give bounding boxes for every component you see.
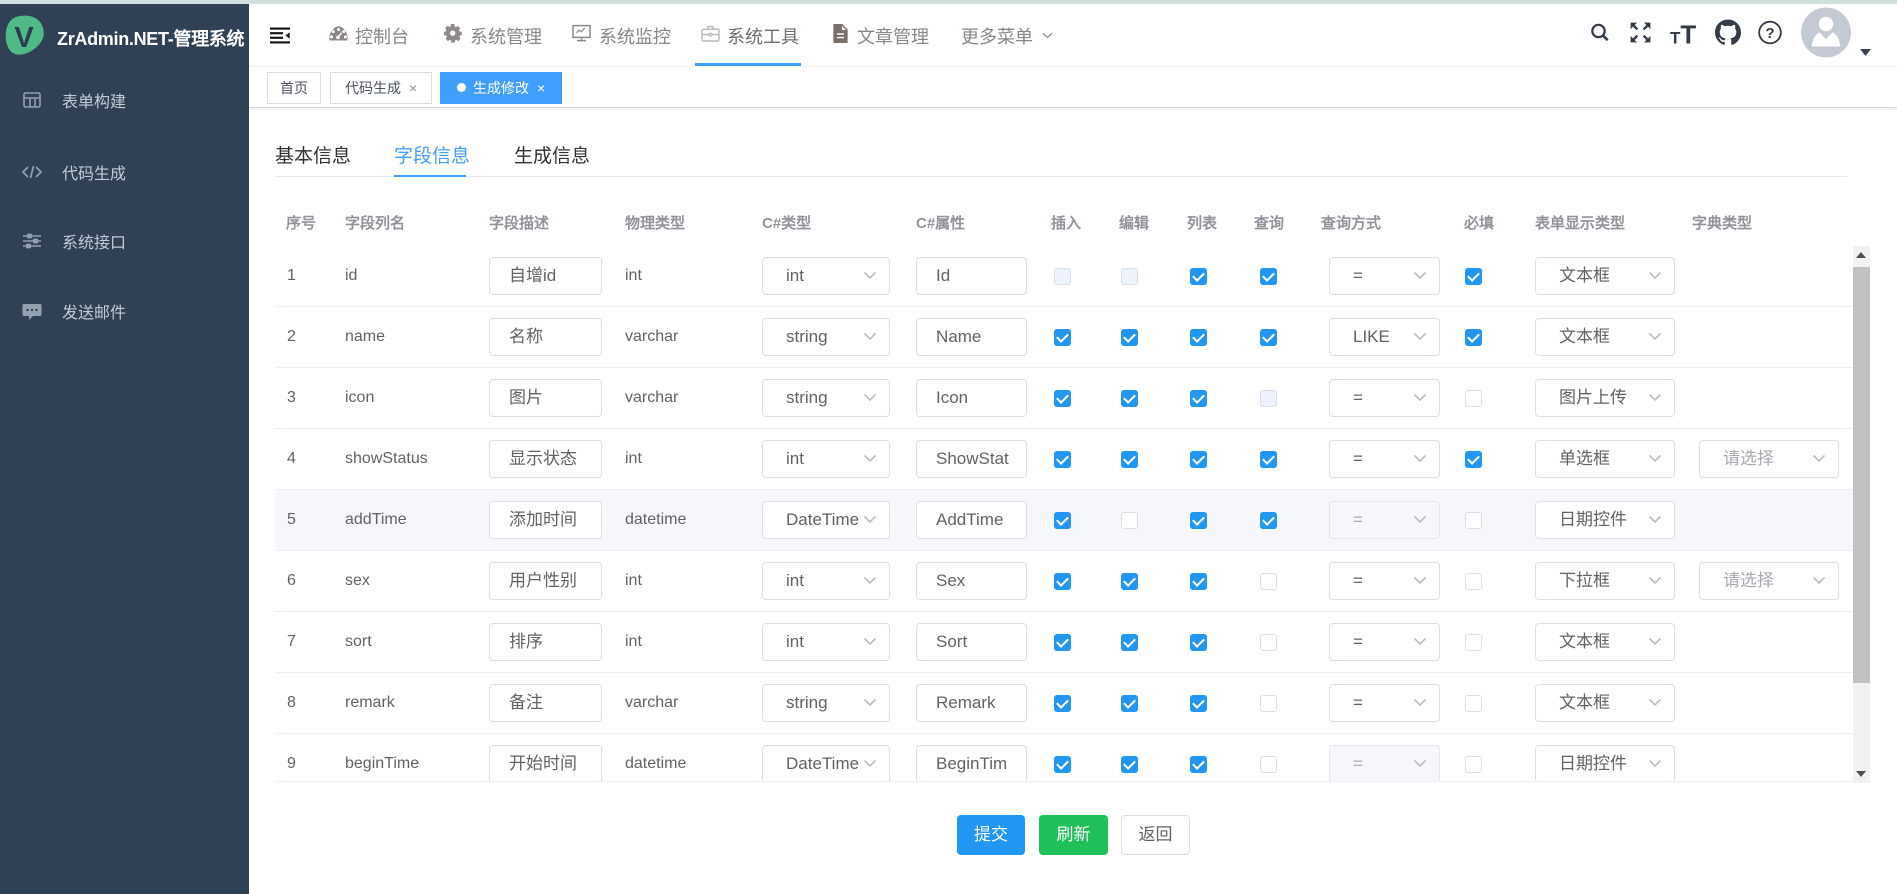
svg-text:V: V	[14, 22, 34, 54]
svg-text:?: ?	[1765, 25, 1774, 42]
